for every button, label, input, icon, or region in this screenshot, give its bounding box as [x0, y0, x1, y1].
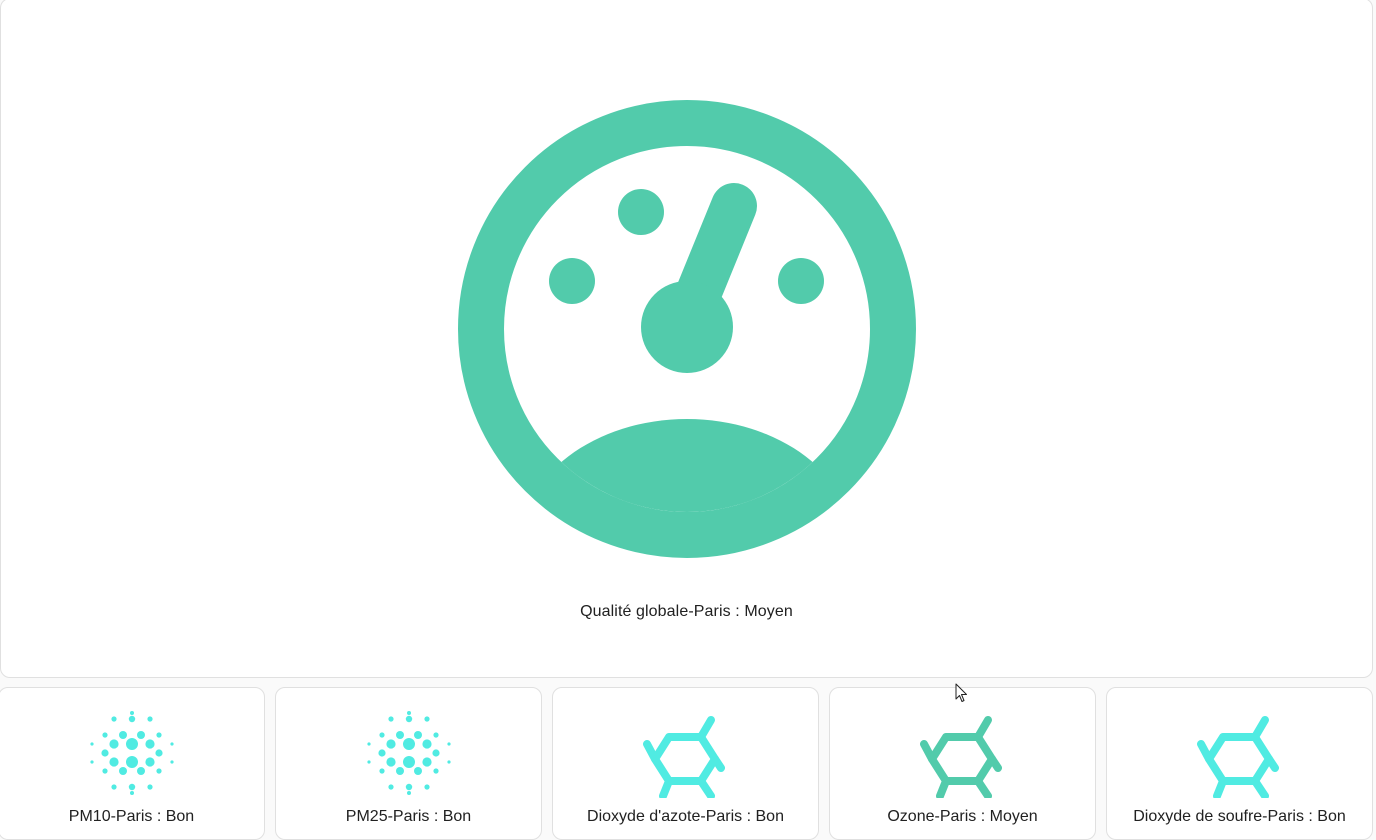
molecule-icon [918, 708, 1008, 800]
gauge-icon [457, 99, 917, 559]
molecule-icon [1195, 708, 1285, 800]
sensor-card-ozone[interactable]: Ozone-Paris : Moyen [829, 687, 1096, 840]
sensor-card-pm25[interactable]: PM25-Paris : Bon [275, 687, 542, 840]
sensor-card-no2[interactable]: Dioxyde d'azote-Paris : Bon [552, 687, 819, 840]
sensor-label-no2: Dioxyde d'azote-Paris : Bon [587, 808, 784, 825]
sensor-label-pm10: PM10-Paris : Bon [68, 808, 195, 825]
sensor-label-pm25: PM25-Paris : Bon [345, 808, 472, 825]
sensor-label-ozone: Ozone-Paris : Moyen [887, 808, 1038, 825]
particles-icon [87, 708, 177, 798]
sensor-card-pm10[interactable]: PM10-Paris : Bon [0, 687, 265, 840]
sensor-card-so2[interactable]: Dioxyde de soufre-Paris : Bon [1106, 687, 1373, 840]
particles-icon [364, 708, 454, 798]
molecule-icon [641, 708, 731, 800]
mouse-cursor-icon [955, 683, 969, 703]
overall-quality-card[interactable]: Qualité globale-Paris : Moyen [0, 0, 1373, 678]
overall-quality-label: Qualité globale-Paris : Moyen [580, 603, 793, 620]
sensor-label-so2: Dioxyde de soufre-Paris : Bon [1133, 808, 1346, 825]
